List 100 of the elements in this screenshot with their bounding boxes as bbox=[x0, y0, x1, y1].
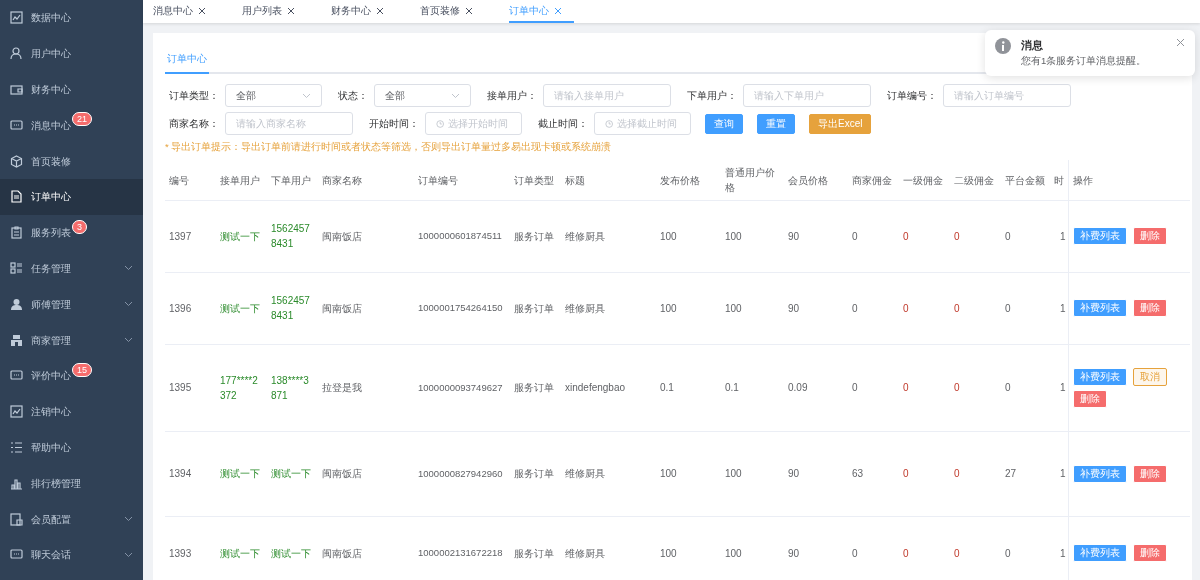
table-cell: 0 bbox=[899, 516, 950, 580]
table-cell: 测试一下 bbox=[216, 200, 267, 273]
wallet-icon bbox=[10, 83, 23, 96]
table-cell: 1394 bbox=[165, 431, 216, 517]
table-cell: 100 bbox=[721, 431, 784, 517]
table-cell: 177****2372 bbox=[216, 344, 267, 432]
table-cell: 0 bbox=[950, 431, 1001, 517]
field-label: 订单编号： bbox=[887, 89, 937, 103]
chevron-down-icon bbox=[302, 92, 311, 99]
column-header: 平台金额 bbox=[1001, 160, 1052, 201]
table-cell: 1393 bbox=[165, 516, 216, 580]
sidebar-item[interactable]: 商家管理 bbox=[0, 322, 143, 358]
count-badge: 15 bbox=[72, 362, 92, 377]
column-header: 商家佣金 bbox=[848, 160, 899, 201]
info-icon bbox=[995, 38, 1011, 54]
sidebar-item[interactable]: 用户中心 bbox=[0, 35, 143, 72]
table-cell: 维修厨具 bbox=[561, 272, 656, 345]
table-cell: 1 bbox=[1052, 200, 1068, 273]
field-label: 截止时间： bbox=[538, 117, 588, 131]
chat-icon bbox=[10, 118, 23, 132]
column-header: 二级佣金 bbox=[950, 160, 1001, 201]
table-cell: 90 bbox=[784, 516, 848, 580]
sidebar-item[interactable]: 数据中心 bbox=[0, 0, 143, 36]
field-label: 下单用户： bbox=[687, 89, 737, 103]
sidebar-item[interactable]: 财务中心 bbox=[0, 71, 143, 108]
clock-icon bbox=[436, 118, 445, 129]
table-cell: 15624578431 bbox=[267, 200, 318, 273]
sidebar-item[interactable]: 帮助中心 bbox=[0, 429, 143, 466]
table-cell: 0 bbox=[848, 200, 899, 273]
table-cell: 测试一下 bbox=[216, 516, 267, 580]
table-cell: 1397 bbox=[165, 200, 216, 273]
table-cell: 0 bbox=[848, 344, 899, 432]
table-cell: 测试一下 bbox=[216, 431, 267, 517]
table-cell: 1000000827942960 bbox=[414, 431, 510, 517]
column-header: 操作 bbox=[1068, 160, 1190, 201]
tab[interactable]: 用户列表 bbox=[242, 0, 307, 23]
user-icon bbox=[10, 47, 23, 61]
chat-icon bbox=[10, 548, 23, 562]
table-cell: 100 bbox=[656, 200, 721, 273]
table-cell: 测试一下 bbox=[267, 516, 318, 580]
column-header: 发布价格 bbox=[656, 160, 721, 201]
table-cell: 闽南饭店 bbox=[318, 200, 414, 273]
field-label: 开始时间： bbox=[369, 117, 419, 131]
sidebar-item[interactable]: 会员配置 bbox=[0, 501, 143, 537]
column-header: 编号 bbox=[165, 160, 216, 201]
merchant-icon bbox=[10, 333, 23, 347]
table-cell: 维修厨具 bbox=[561, 516, 656, 580]
sidebar-item[interactable]: 首页装修 bbox=[0, 143, 143, 179]
sidebar-item[interactable]: 服务列表 3 bbox=[0, 214, 143, 251]
tab[interactable]: 首页装修 bbox=[420, 0, 485, 23]
tab[interactable]: 消息中心 bbox=[153, 0, 218, 23]
clock-icon bbox=[605, 118, 614, 129]
chat-icon bbox=[10, 369, 23, 383]
field-label: 接单用户： bbox=[487, 89, 537, 103]
sidebar-item[interactable]: 消息中心 21 bbox=[0, 107, 143, 144]
chart-icon bbox=[10, 11, 23, 25]
table-cell: 0 bbox=[1001, 344, 1052, 432]
table-cell: 100 bbox=[656, 516, 721, 580]
table-cell: 27 bbox=[1001, 431, 1052, 517]
table-cell: 服务订单 bbox=[510, 344, 561, 432]
column-header: 订单编号 bbox=[414, 160, 510, 201]
close-icon[interactable] bbox=[1176, 38, 1185, 47]
table-cell: 100 bbox=[656, 431, 721, 517]
table-cell: 90 bbox=[784, 431, 848, 517]
sidebar-item[interactable]: 聊天会话 bbox=[0, 536, 143, 573]
sidebar-item[interactable]: 订单中心 bbox=[0, 179, 143, 215]
table-cell: 0 bbox=[899, 200, 950, 273]
table-cell: 0.09 bbox=[784, 344, 848, 432]
field-label: 商家名称： bbox=[169, 117, 219, 131]
select-field[interactable]: 全部 bbox=[225, 84, 322, 107]
table-cell: xindefengbao bbox=[561, 344, 656, 432]
table-cell: 1 bbox=[1052, 272, 1068, 345]
table-cell: 0 bbox=[1001, 200, 1052, 273]
column-header: 普通用户价格 bbox=[721, 160, 784, 201]
table-cell: 0 bbox=[950, 200, 1001, 273]
table-cell: 测试一下 bbox=[216, 272, 267, 345]
tab[interactable]: 财务中心 bbox=[331, 0, 396, 23]
column-header: 时 bbox=[1052, 160, 1068, 201]
sidebar-item[interactable]: 师傅管理 bbox=[0, 286, 143, 323]
table-cell: 0 bbox=[1001, 272, 1052, 345]
sidebar-item[interactable]: 排行榜管理 bbox=[0, 465, 143, 502]
close-icon bbox=[554, 6, 562, 15]
table-cell: 1000000093749627 bbox=[414, 344, 510, 432]
count-badge: 3 bbox=[72, 219, 87, 234]
table-cell: 拉登是我 bbox=[318, 344, 414, 432]
table-cell: 1395 bbox=[165, 344, 216, 432]
table-cell: 闽南饭店 bbox=[318, 431, 414, 517]
table-cell: 0 bbox=[950, 516, 1001, 580]
column-header: 商家名称 bbox=[318, 160, 414, 201]
sidebar-item[interactable]: 注销中心 bbox=[0, 393, 143, 430]
sidebar-item[interactable]: 任务管理 bbox=[0, 250, 143, 287]
count-badge: 21 bbox=[72, 112, 92, 127]
grid-list-icon bbox=[10, 261, 23, 275]
sidebar-item[interactable]: 评价中心 15 bbox=[0, 357, 143, 394]
table-cell: 闽南饭店 bbox=[318, 272, 414, 345]
select-field[interactable]: 全部 bbox=[374, 84, 471, 107]
table-cell: 63 bbox=[848, 431, 899, 517]
notification-title: 消息 bbox=[1021, 38, 1044, 53]
export-hint: * 导出订单提示：导出订单前请进行时间或者状态等筛选，否则导出订单量过多易出现卡顿或系统崩溃 bbox=[165, 140, 613, 154]
column-header: 订单类型 bbox=[510, 160, 561, 201]
